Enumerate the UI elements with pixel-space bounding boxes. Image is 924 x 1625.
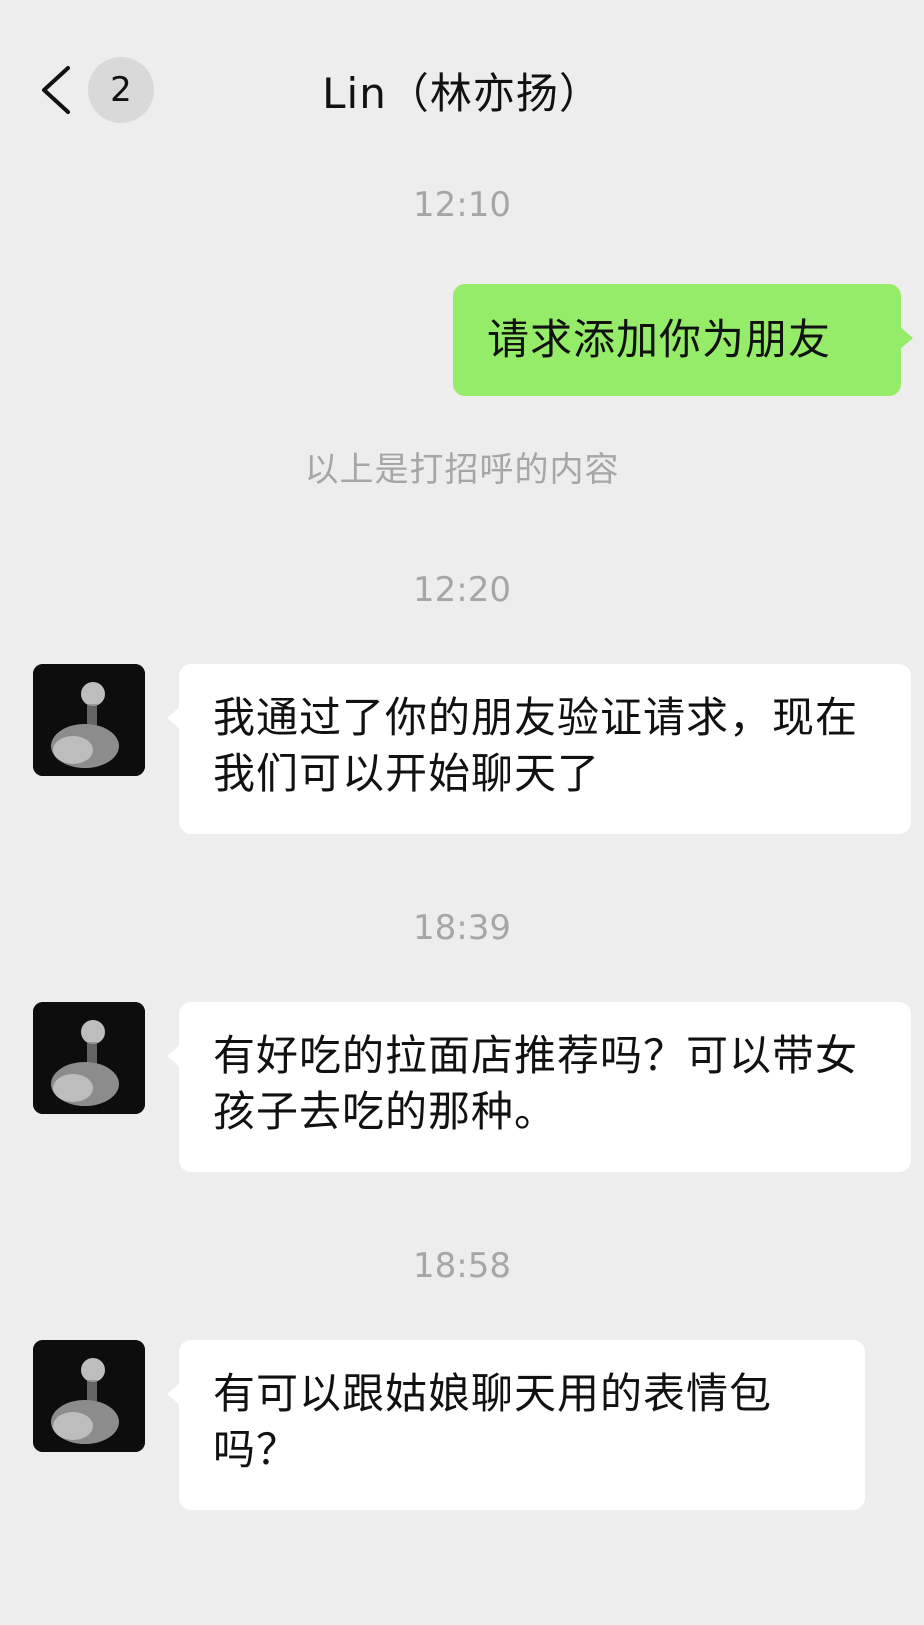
timestamp: 18:39: [413, 908, 511, 948]
message-text: 有好吃的拉面店推荐吗？可以带女孩子去吃的那种。: [213, 1031, 859, 1136]
chat-title: Lin（林亦扬）: [322, 69, 602, 118]
incoming-message-bubble[interactable]: 有好吃的拉面店推荐吗？可以带女孩子去吃的那种。: [167, 1002, 911, 1172]
bubble-tail: [167, 706, 181, 730]
message-text: 请求添加你为朋友: [487, 315, 832, 364]
avatar-image: [33, 1340, 145, 1452]
contact-avatar[interactable]: [33, 1340, 145, 1452]
incoming-message-bubble[interactable]: 有可以跟姑娘聊天用的表情包吗？: [167, 1340, 865, 1510]
message-text: 我通过了你的朋友验证请求，现在我们可以开始聊天了: [213, 693, 859, 798]
message-text: 有可以跟姑娘聊天用的表情包吗？: [213, 1369, 773, 1474]
timestamp: 12:10: [413, 185, 511, 225]
avatar-image: [33, 664, 145, 776]
bubble-tail: [899, 326, 913, 350]
incoming-message-bubble[interactable]: 我通过了你的朋友验证请求，现在我们可以开始聊天了: [167, 664, 911, 834]
bubble-tail: [167, 1044, 181, 1068]
avatar-image: [33, 1002, 145, 1114]
contact-avatar[interactable]: [33, 1002, 145, 1114]
contact-avatar[interactable]: [33, 664, 145, 776]
chat-header: 2 Lin（林亦扬）: [0, 0, 924, 180]
outgoing-message-bubble[interactable]: 请求添加你为朋友: [453, 284, 913, 396]
timestamp: 18:58: [413, 1246, 511, 1286]
timestamp: 12:20: [413, 570, 511, 610]
system-note: 以上是打招呼的内容: [304, 450, 620, 490]
bubble-tail: [167, 1382, 181, 1406]
